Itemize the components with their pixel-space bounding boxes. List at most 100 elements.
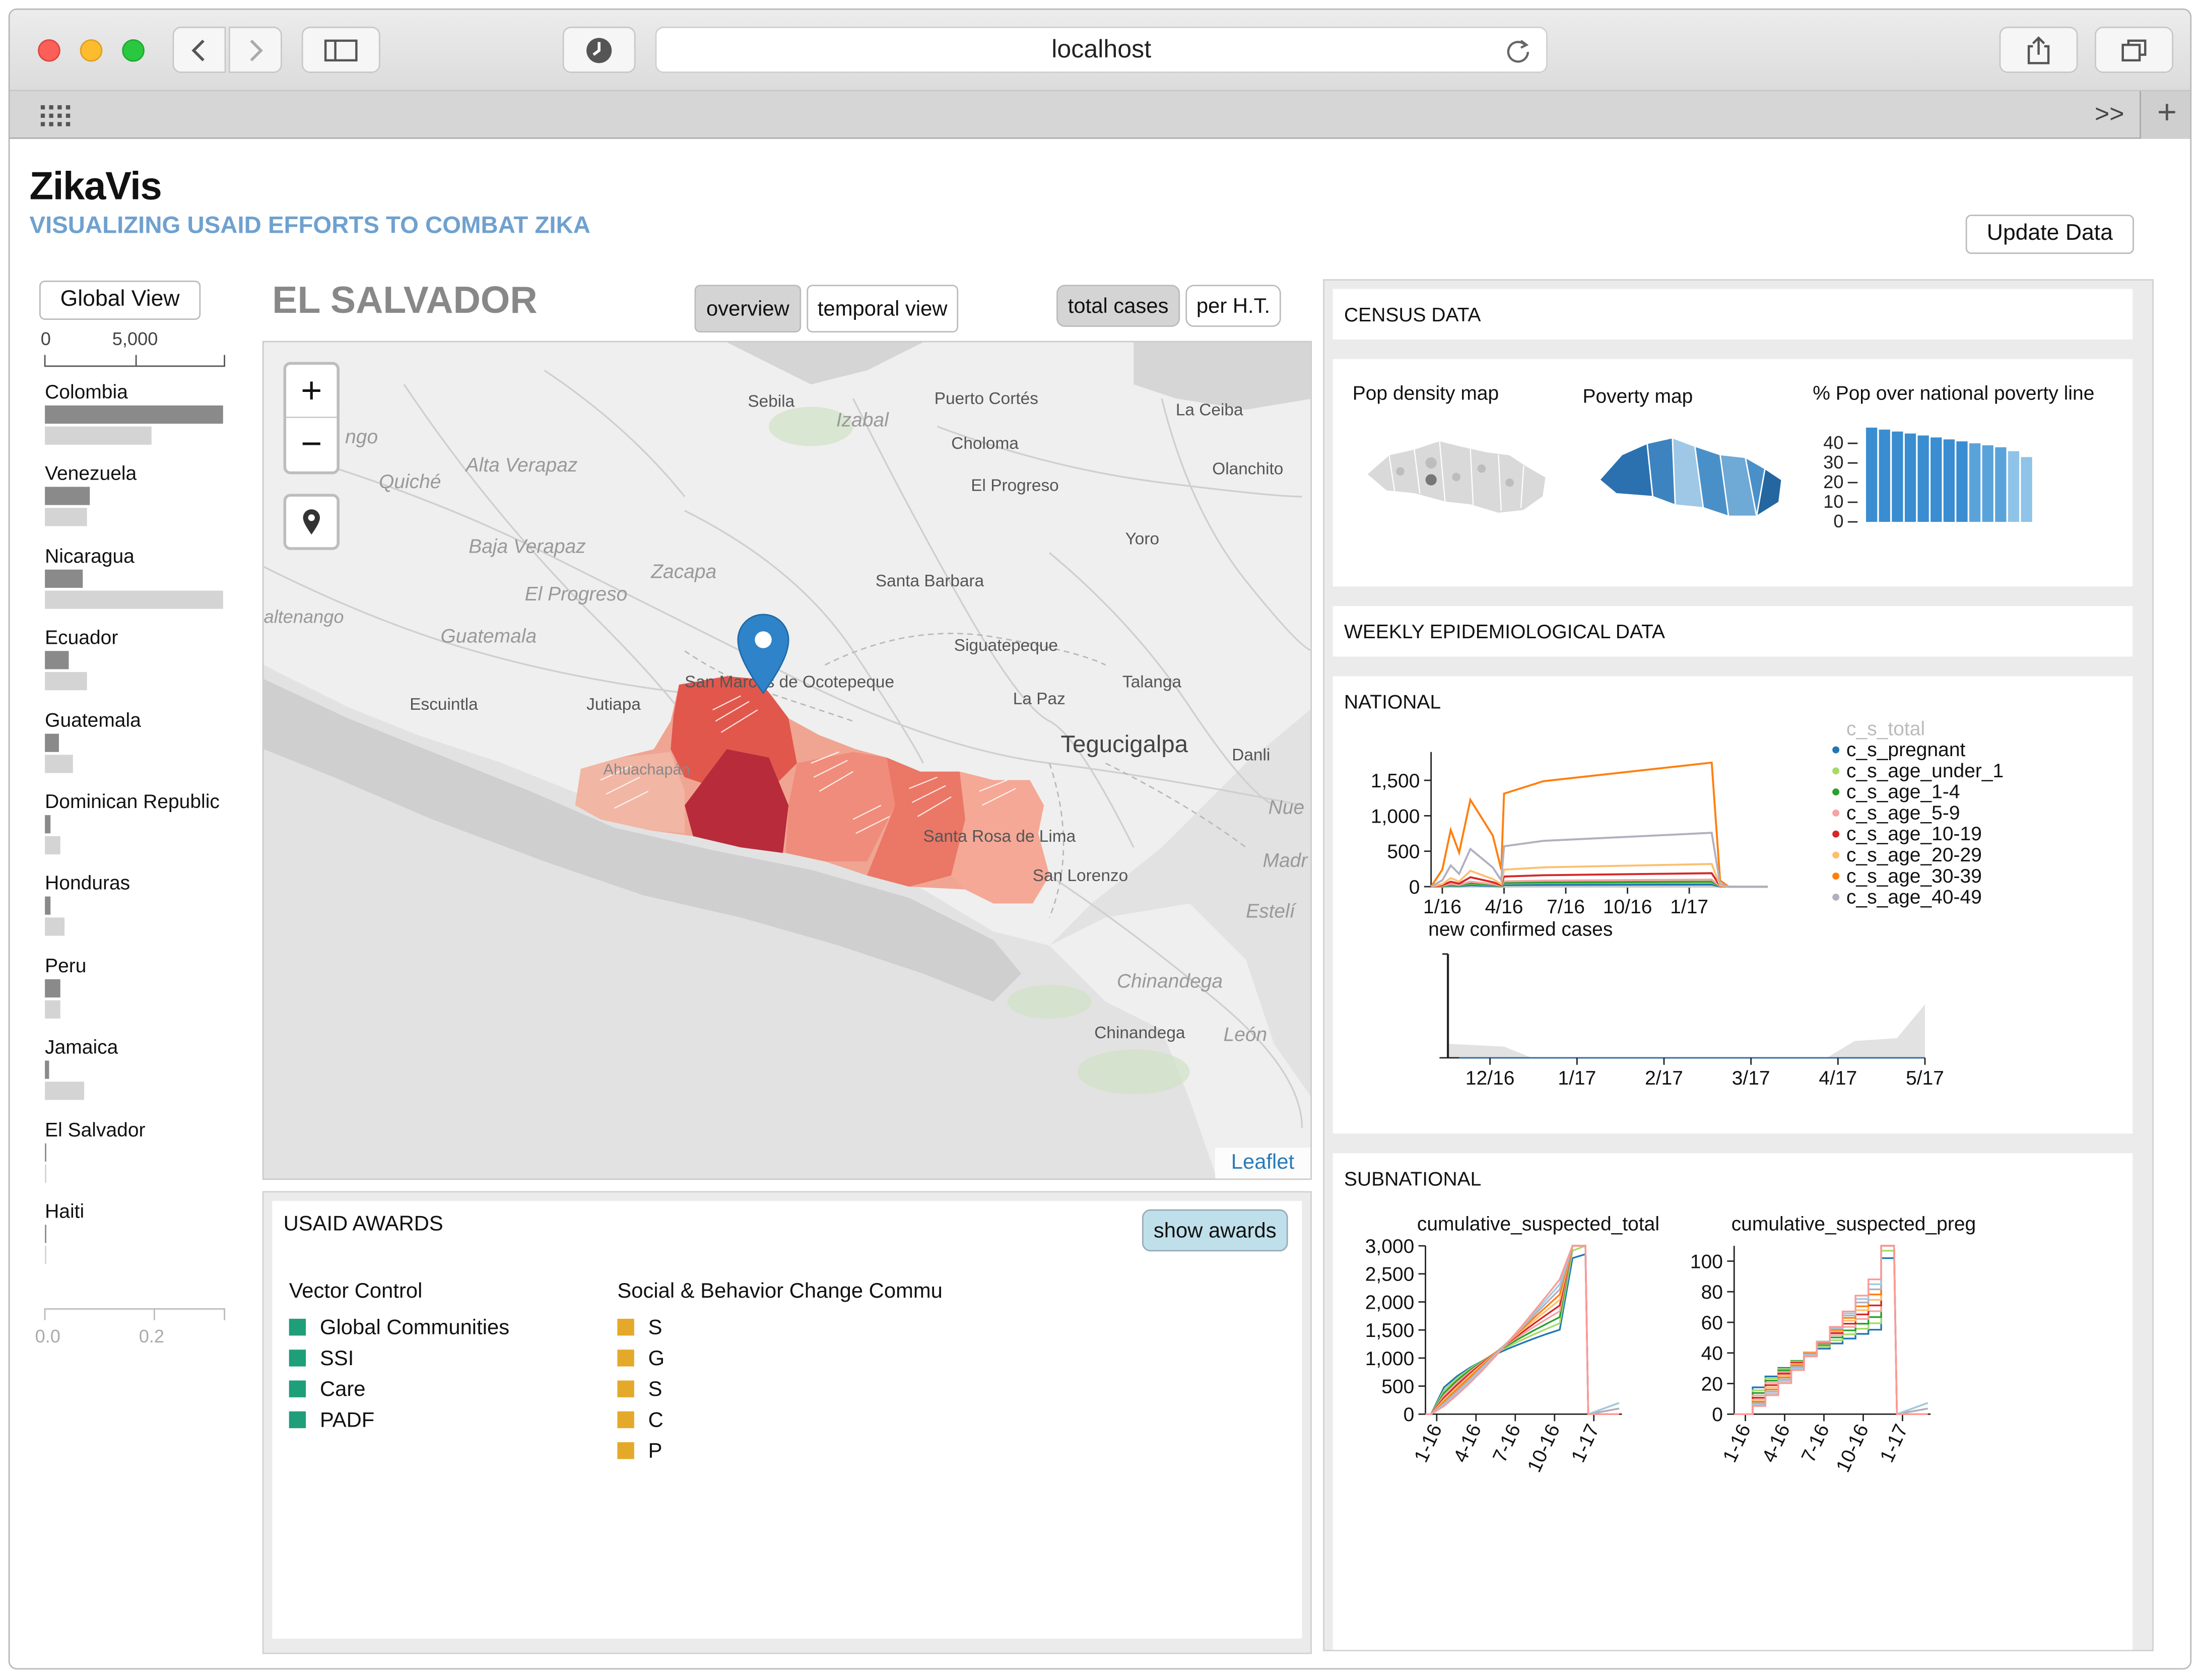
map-label: La Ceiba	[1176, 400, 1243, 419]
legend-item[interactable]: c_s_age_40-49	[1832, 886, 1982, 908]
country-cases-bar	[45, 733, 59, 752]
reload-icon[interactable]	[1504, 36, 1532, 64]
country-row[interactable]: El Salvador	[45, 1118, 241, 1196]
legend-item[interactable]: c_s_pregnant	[1832, 738, 1965, 761]
zoom-window-button[interactable]	[122, 39, 145, 62]
axis-tick-label: 60	[1701, 1312, 1723, 1334]
address-bar[interactable]: localhost	[655, 26, 1548, 73]
country-row[interactable]: Nicaragua	[45, 544, 241, 623]
pop-density-map[interactable]	[1358, 424, 1555, 536]
more-favorites-icon[interactable]: >>	[2095, 100, 2124, 129]
awards-title: USAID AWARDS	[283, 1212, 443, 1236]
axis-tick-label: 4/16	[1485, 896, 1523, 918]
map-label: Chinandega	[1094, 1024, 1185, 1042]
award-item[interactable]: Care	[289, 1378, 366, 1401]
national-line-chart: 1,500 1,000 500 01/16 4/16 7/16 10/16 1/17	[1371, 752, 1768, 918]
country-row[interactable]: Peru	[45, 954, 241, 1032]
axis-tick-label: 1-16	[1410, 1421, 1446, 1466]
map-label: León	[1224, 1024, 1268, 1045]
forward-button[interactable]	[228, 26, 282, 73]
country-row[interactable]: Guatemala	[45, 708, 241, 786]
axis-tick-label: 5/17	[1906, 1067, 1944, 1089]
update-data-button[interactable]: Update Data	[1965, 215, 2134, 254]
new-tab-button[interactable]: +	[2140, 91, 2190, 139]
legend-item[interactable]: c_s_age_1-4	[1832, 781, 1960, 802]
zoom-out-button[interactable]: −	[286, 418, 337, 472]
legend-item[interactable]: c_s_total	[1832, 718, 1925, 740]
poverty-map[interactable]	[1591, 424, 1787, 536]
poverty-bar	[1904, 433, 1916, 522]
grid-icon[interactable]	[40, 102, 75, 127]
map-label: La Paz	[1013, 690, 1065, 708]
sidebar-toggle-button[interactable]	[301, 26, 380, 73]
legend-item[interactable]: c_s_age_5-9	[1832, 802, 1960, 824]
axis-tick-label: 4/17	[1819, 1067, 1857, 1089]
country-row[interactable]: Venezuela	[45, 462, 241, 541]
legend-dot	[1832, 788, 1840, 796]
cumulative-suspected-preg-chart: 100 80 60 40 20 01-16 4-16 7-1610-16 1-17	[1690, 1245, 1931, 1476]
minimize-window-button[interactable]	[80, 39, 103, 62]
country-ratio-bar	[45, 508, 88, 527]
axis-tick-label: 0	[1409, 877, 1420, 898]
award-item[interactable]: G	[617, 1347, 664, 1371]
app-title: ZikaVis	[29, 164, 162, 208]
history-button[interactable]	[562, 26, 636, 73]
map-view[interactable]: Sebila Puerto Cortés La Ceiba Izabal Cho…	[262, 341, 1312, 1180]
country-cases-bar	[45, 651, 69, 669]
country-name: Dominican Republic	[45, 789, 220, 813]
legend-swatch	[289, 1380, 306, 1397]
award-item[interactable]: S	[617, 1378, 662, 1401]
award-item[interactable]: Global Communities	[289, 1316, 509, 1340]
country-name: Colombia	[45, 380, 128, 403]
axis-tick-label: 10-16	[1523, 1421, 1564, 1476]
country-name: Guatemala	[45, 708, 141, 730]
legend-item[interactable]: c_s_age_30-39	[1832, 865, 1982, 887]
axis-tick-label: 10-16	[1832, 1421, 1873, 1476]
axis-tick-label: 2,500	[1365, 1264, 1415, 1286]
global-view-button[interactable]: Global View	[39, 281, 201, 320]
country-row[interactable]: Honduras	[45, 872, 241, 951]
national-card: NATIONAL 1,500 1,000 500 0 1/16 4/16 7/16 10/16…	[1332, 676, 2133, 1134]
axis-tick-label: 10/16	[1603, 896, 1652, 918]
axis-tick-label: 2,000	[1365, 1292, 1415, 1313]
legend-item[interactable]: c_s_age_10-19	[1832, 823, 1982, 845]
show-awards-button[interactable]: show awards	[1142, 1209, 1288, 1252]
country-cases-bar	[45, 569, 83, 588]
country-row[interactable]: Jamaica	[45, 1036, 241, 1114]
sidebar-bottom-axis: 0.0 0.2	[35, 1308, 225, 1347]
tabs-button[interactable]	[2095, 26, 2173, 73]
country-name: Peru	[45, 954, 87, 976]
temporal-view-button[interactable]: temporal view	[807, 285, 959, 333]
country-row[interactable]: Haiti	[45, 1199, 241, 1278]
country-row[interactable]: Ecuador	[45, 626, 241, 705]
total-cases-button[interactable]: total cases	[1056, 285, 1180, 327]
map-label: Danli	[1232, 746, 1270, 764]
legend-item[interactable]: c_s_age_under_1	[1832, 760, 2004, 781]
legend-label: c_s_age_30-39	[1846, 864, 1982, 887]
country-ratio-bar	[45, 1000, 61, 1019]
locate-button[interactable]	[283, 494, 340, 550]
axis-tick-label: 20	[1823, 472, 1843, 492]
country-row[interactable]: Colombia	[45, 380, 241, 459]
legend-item[interactable]: c_s_age_20-29	[1832, 844, 1982, 866]
award-item[interactable]: P	[617, 1439, 662, 1463]
leaflet-attribution-link[interactable]: Leaflet	[1215, 1148, 1311, 1179]
award-item[interactable]: C	[617, 1408, 663, 1432]
award-item[interactable]: PADF	[289, 1408, 374, 1432]
per-ht-button[interactable]: per H.T.	[1185, 285, 1281, 327]
axis-tick-label: 12/16	[1465, 1067, 1515, 1089]
back-button[interactable]	[172, 26, 226, 73]
close-window-button[interactable]	[38, 39, 60, 62]
axis-tick-label: 7-16	[1489, 1421, 1525, 1466]
map-label: Chinandega	[1117, 971, 1223, 992]
zoom-in-button[interactable]: +	[286, 365, 337, 418]
award-item[interactable]: SSI	[289, 1347, 354, 1371]
share-button[interactable]	[1999, 26, 2078, 73]
overview-button[interactable]: overview	[694, 285, 802, 333]
country-row[interactable]: Dominican Republic	[45, 790, 241, 868]
axis-tick-label: 1-17	[1876, 1421, 1912, 1466]
award-item[interactable]: S	[617, 1316, 662, 1340]
map-canvas[interactable]: Sebila Puerto Cortés La Ceiba Izabal Cho…	[263, 342, 1312, 1180]
awards-group-vector-control: Vector Control Global Communities SSI Ca…	[289, 1280, 612, 1448]
data-panel: CENSUS DATA Pop density map Poverty map …	[1323, 279, 2154, 1651]
